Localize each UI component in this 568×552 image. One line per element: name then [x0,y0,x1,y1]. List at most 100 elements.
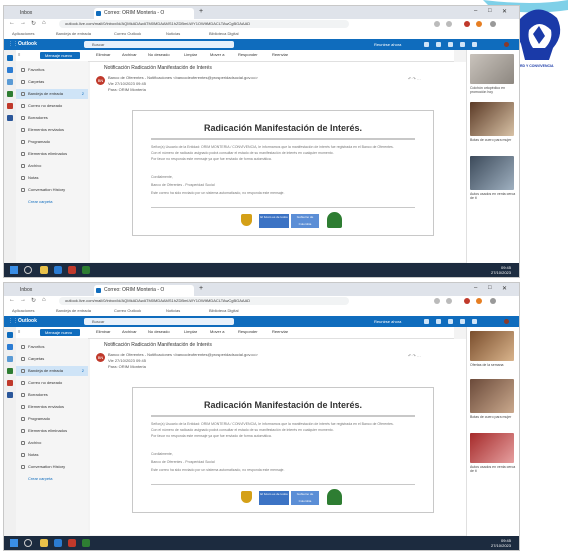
sender-avatar[interactable]: BN [96,76,105,85]
help-icon[interactable] [472,42,477,47]
ad-image[interactable] [470,156,514,190]
sender-avatar[interactable]: BN [96,353,105,362]
folder-item[interactable]: Notas [16,173,88,183]
menu-icon[interactable] [490,21,496,27]
bookmark-item[interactable]: Noticias [166,308,180,313]
bookmark-item[interactable]: Correo Outlook [114,31,141,36]
folder-item[interactable]: Borradores [16,390,88,400]
ad-image[interactable] [470,433,514,463]
forward-icon[interactable]: → [20,20,26,26]
forward-button[interactable]: Reenviar [272,52,288,57]
excel-icon[interactable] [7,91,13,97]
hamburger-icon[interactable]: ≡ [18,52,20,57]
message-sender[interactable]: Banco de Oferentes - Notificaciones <ban… [108,75,258,80]
ad-image[interactable] [470,379,514,413]
ad-text[interactable]: Autos usados en venta cerca de ti [470,192,516,200]
extension-icon[interactable] [464,21,470,27]
bell-icon[interactable] [448,42,453,47]
word-icon[interactable] [7,392,13,398]
powerpoint-icon[interactable] [7,103,13,109]
ad-text[interactable]: Botas de cuero para mujer [470,415,516,419]
system-clock[interactable]: 09:45 27/10/2023 [491,265,511,275]
junk-button[interactable]: No deseado [148,329,170,334]
folder-item[interactable]: Notas [16,450,88,460]
ad-text[interactable]: Autos usados en venta cerca de ti [470,465,516,473]
delete-button[interactable]: Eliminar [96,52,110,57]
create-folder-link[interactable]: Crear carpeta [16,474,88,484]
bookmark-item[interactable]: Biblioteca Digital [209,31,239,36]
extension-icon[interactable] [446,21,452,27]
user-avatar[interactable] [504,319,509,324]
folder-item[interactable]: Correo no deseado [16,378,88,388]
app-icon[interactable] [68,266,76,274]
folder-item[interactable]: Programado [16,414,88,424]
extension-icon[interactable] [446,298,452,304]
search-input[interactable]: Buscar [84,318,234,325]
move-to-button[interactable]: Mover a [210,52,224,57]
folder-item[interactable]: Conversation History [16,462,88,472]
reply-icon[interactable]: ↶ ↷ … [408,76,421,81]
extension-icon[interactable] [434,298,440,304]
meet-now-button[interactable]: Reunirse ahora [374,319,401,324]
sweep-button[interactable]: Limpiar [184,52,197,57]
new-mail-button[interactable]: Mensaje nuevo [40,52,80,59]
maximize-icon[interactable]: □ [488,285,492,291]
folder-item[interactable]: Programado [16,137,88,147]
search-input[interactable]: Buscar [84,41,234,48]
back-icon[interactable]: ← [9,20,15,26]
app-icon[interactable] [68,539,76,547]
reply-button[interactable]: Responder [238,329,258,334]
reload-icon[interactable]: ↻ [31,20,36,27]
tab-outlook-active[interactable]: Correo: ORIM Monteria - O [94,285,194,296]
new-tab-button[interactable]: + [199,8,203,15]
meet-now-button[interactable]: Reunirse ahora [374,42,401,47]
app-launcher-icon[interactable]: ⋮⋮ [8,41,18,47]
folder-item-inbox[interactable]: Bandeja de entrada 2 [16,89,88,99]
ad-text[interactable]: Ofertas de la semana [470,363,516,367]
extension-icon[interactable] [464,298,470,304]
windows-start-icon[interactable] [10,266,18,274]
extension-icon[interactable] [434,21,440,27]
minimize-icon[interactable]: – [474,285,477,291]
folder-item[interactable]: Elementos enviados [16,125,88,135]
new-tab-button[interactable]: + [199,285,203,292]
hamburger-icon[interactable]: ≡ [18,329,20,334]
new-mail-button[interactable]: Mensaje nuevo [40,329,80,336]
close-icon[interactable]: ✕ [502,285,507,292]
teams-icon[interactable] [424,319,429,324]
url-field[interactable]: outlook.live.com/mail/0/inbox/id/AQMkADA… [59,20,349,28]
mail-icon[interactable] [7,332,13,338]
folder-item[interactable]: Elementos enviados [16,402,88,412]
bookmark-item[interactable]: Bandeja de entrada [56,31,91,36]
folder-item[interactable]: Carpetas [16,77,88,87]
calendar-icon[interactable] [436,319,441,324]
ad-image[interactable] [470,54,514,84]
move-to-button[interactable]: Mover a [210,329,224,334]
people-icon[interactable] [7,79,13,85]
app-icon[interactable] [82,266,90,274]
app-launcher-icon[interactable]: ⋮⋮ [8,318,18,324]
calendar-icon[interactable] [436,42,441,47]
search-icon[interactable] [24,266,32,274]
calendar-icon[interactable] [7,67,13,73]
ad-text[interactable]: Colchón ortopédico en promoción hoy [470,86,516,94]
folder-item[interactable]: Conversation History [16,185,88,195]
help-icon[interactable] [472,319,477,324]
windows-start-icon[interactable] [10,539,18,547]
menu-icon[interactable] [490,298,496,304]
powerpoint-icon[interactable] [7,380,13,386]
message-sender[interactable]: Banco de Oferentes - Notificaciones <ban… [108,352,258,357]
people-icon[interactable] [7,356,13,362]
reply-button[interactable]: Responder [238,52,258,57]
folder-item[interactable]: Borradores [16,113,88,123]
bookmark-item[interactable]: Biblioteca Digital [209,308,239,313]
user-avatar[interactable] [504,42,509,47]
folder-item-inbox[interactable]: Bandeja de entrada 2 [16,366,88,376]
folder-item[interactable]: Elementos eliminados [16,149,88,159]
archive-button[interactable]: Archivar [122,329,137,334]
archive-button[interactable]: Archivar [122,52,137,57]
calendar-icon[interactable] [7,344,13,350]
file-explorer-icon[interactable] [40,266,48,274]
gear-icon[interactable] [460,42,465,47]
tab-inbox[interactable]: Inbox [10,285,68,296]
